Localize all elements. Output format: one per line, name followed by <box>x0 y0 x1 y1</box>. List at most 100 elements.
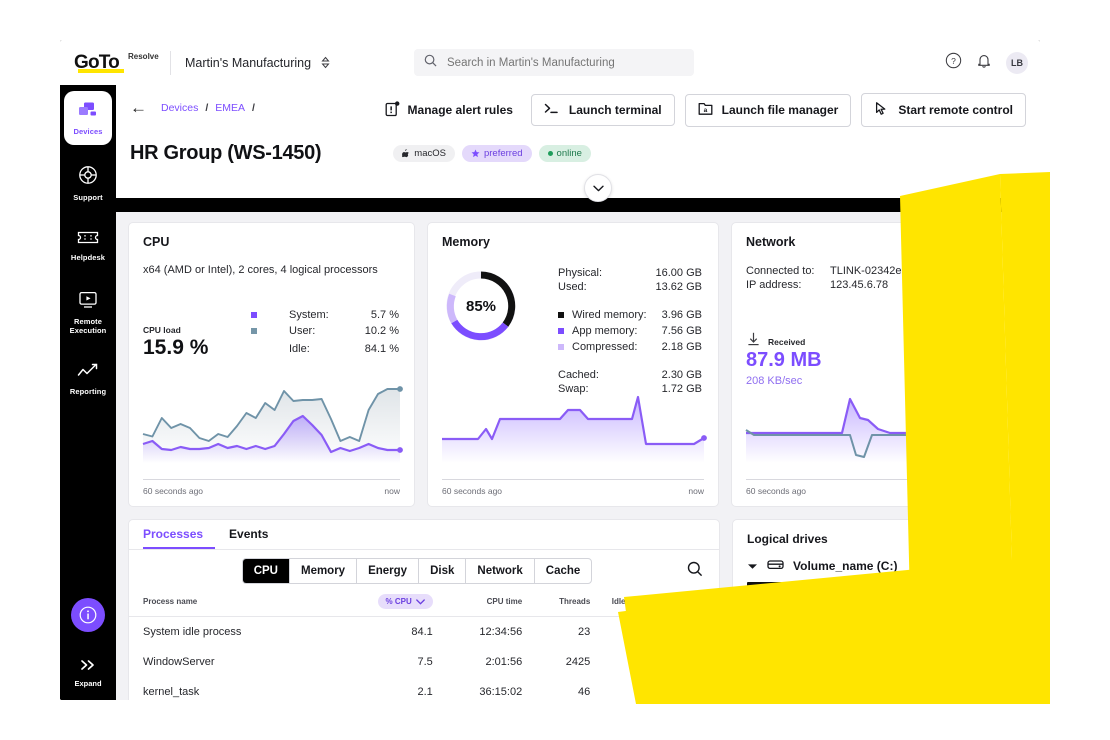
memory-app-row: App memory: 7.56 GB <box>558 323 702 339</box>
chevron-down-icon <box>592 185 604 191</box>
column-cpu-time[interactable]: CPU time <box>433 597 523 606</box>
avatar[interactable]: LB <box>1006 51 1028 74</box>
goto-resolve-logo[interactable]: GoTo Resolve <box>74 52 164 73</box>
launch-file-manager-button[interactable]: a Launch file manager <box>684 93 852 127</box>
network-card-title: Network <box>746 235 796 249</box>
table-row[interactable]: WindowServer 7.5 2:01:56 2425 <box>129 647 719 677</box>
cpu-user-value: 10.2 % <box>364 325 399 337</box>
manage-alert-rules-label: Manage alert rules <box>407 103 513 117</box>
segment-disk[interactable]: Disk <box>419 559 467 583</box>
process-cpu: 84.1 <box>411 626 433 638</box>
sidebar-item-remote-execution[interactable]: Remote Execution <box>60 281 116 343</box>
segment-memory[interactable]: Memory <box>290 559 358 583</box>
memory-used-label: Used: <box>558 281 587 293</box>
caret-down-icon[interactable] <box>747 559 758 573</box>
process-name: kernel_task <box>143 686 200 698</box>
notification-bell-icon[interactable] <box>976 52 992 74</box>
memory-used-value: 13.62 GB <box>655 281 702 293</box>
launch-terminal-button[interactable]: Launch terminal <box>530 94 675 126</box>
back-arrow-icon[interactable]: ← <box>130 99 147 116</box>
account-switcher[interactable]: Martin's Manufacturing <box>185 56 330 70</box>
network-received-label: Received <box>768 336 806 347</box>
sidebar-item-label: Reporting <box>69 387 107 397</box>
sidebar-item-support[interactable]: Support <box>60 155 116 211</box>
cursor-icon <box>874 101 889 119</box>
info-icon[interactable] <box>71 598 105 632</box>
tab-events[interactable]: Events <box>229 520 280 549</box>
sort-chip-label: % CPU <box>385 597 412 606</box>
search-input[interactable] <box>445 55 684 70</box>
alert-rules-icon <box>385 100 400 120</box>
column-cpu[interactable]: % CPU <box>365 594 433 609</box>
online-dot-icon <box>547 150 553 156</box>
sidebar-item-label: Helpdesk <box>70 253 106 263</box>
segment-cpu[interactable]: CPU <box>242 559 290 583</box>
manage-alert-rules-button[interactable]: Manage alert rules <box>377 95 521 126</box>
global-search[interactable] <box>414 49 694 76</box>
segment-energy[interactable]: Energy <box>357 559 420 583</box>
sidebar-item-label: Devices <box>73 127 103 136</box>
page-title: HR Group (WS-1450) <box>130 141 322 164</box>
sort-chip-cpu[interactable]: % CPU <box>377 594 433 609</box>
column-process-name: Process name <box>143 597 198 606</box>
logo-superscript: Resolve <box>128 52 159 61</box>
segment-cache[interactable]: Cache <box>535 559 592 583</box>
cpu-user-label: User: <box>289 325 316 337</box>
start-remote-control-button[interactable]: Start remote control <box>861 93 1026 127</box>
vertical-scrollbar[interactable] <box>712 606 717 700</box>
memory-axis-right: now <box>688 486 704 496</box>
start-remote-control-label: Start remote control <box>898 103 1013 117</box>
account-name: Martin's Manufacturing <box>185 55 312 70</box>
chevron-updown-icon <box>321 56 330 69</box>
cpu-idle-label: Idle: <box>289 343 310 355</box>
segment-network[interactable]: Network <box>466 559 535 583</box>
status-badge-online: online <box>538 144 591 162</box>
breadcrumb-separator: / <box>252 101 255 114</box>
cpu-system-value: 5.7 % <box>370 309 399 321</box>
memory-compressed-row: Compressed: 2.18 GB <box>558 339 702 355</box>
table-row[interactable]: kernel_task 2.1 36:15:02 46 <box>129 677 719 700</box>
drive-usage-bar <box>747 582 1007 589</box>
drive-bar-used <box>747 582 893 589</box>
processes-tabs: Processes Events <box>129 520 719 550</box>
divider <box>170 50 171 75</box>
collapse-row <box>116 174 1040 202</box>
network-sparkline-chart <box>745 397 1001 463</box>
collapse-toggle-button[interactable] <box>584 174 612 202</box>
breadcrumb-item-emea[interactable]: EMEA <box>215 102 245 114</box>
expand-rail-button[interactable]: Expand <box>60 658 116 688</box>
sidebar-item-helpdesk[interactable]: Helpdesk <box>60 220 116 271</box>
table-row[interactable]: System idle process 84.1 12:34:56 23 112 <box>129 617 719 647</box>
cpu-legend-row: System: 5.7 % <box>251 307 399 323</box>
drive-note-prefix: (Book, Page file, <box>829 673 910 685</box>
column-threads[interactable]: Threads <box>522 597 590 606</box>
cpu-legend: System: 5.7 % User: 10.2 % <box>251 307 399 339</box>
breadcrumb-item-devices[interactable]: Devices <box>161 102 198 114</box>
network-connected-label: Connected to: <box>746 265 815 277</box>
launch-terminal-label: Launch terminal <box>568 103 662 117</box>
search-icon[interactable] <box>687 561 703 582</box>
drive-row[interactable]: Volume_name (C:) <box>733 546 1021 573</box>
rail-bottom-group: Expand <box>60 598 116 688</box>
network-connected-row: Connected to: TLINK-02342e <box>746 265 1003 277</box>
memory-card-title: Memory <box>442 235 490 249</box>
device-title-row: HR Group (WS-1450) macOS preferred onlin… <box>116 130 1040 176</box>
support-icon <box>78 165 98 190</box>
sidebar-item-devices[interactable]: Devices <box>64 91 112 145</box>
legend-swatch-system <box>251 309 289 321</box>
left-navigation-rail: Devices Support Helpdesk Remote Executio… <box>60 85 116 700</box>
drive-volume-name: Volume_name (C:) <box>793 558 898 573</box>
top-bar: GoTo Resolve Martin's Manufacturing ? LB <box>60 40 1040 86</box>
memory-physical-row: Physical: 16.00 GB <box>558 267 702 279</box>
chevron-down-icon <box>415 598 425 605</box>
launch-file-manager-label: Launch file manager <box>721 103 839 117</box>
column-idle-wakeups[interactable]: Idle Wake-Ups <box>590 597 666 606</box>
legend-swatch-user <box>251 325 289 337</box>
column-user[interactable]: User <box>666 597 705 606</box>
sidebar-item-reporting[interactable]: Reporting <box>60 353 116 405</box>
memory-breakdown: Wired memory: 3.96 GB App memory: 7.56 G… <box>558 307 702 355</box>
tab-processes[interactable]: Processes <box>143 520 215 549</box>
process-idle-wakeups: 112 <box>648 626 667 638</box>
help-icon[interactable]: ? <box>945 52 962 74</box>
cpu-description: x64 (AMD or Intel), 2 cores, 4 logical p… <box>143 264 378 276</box>
